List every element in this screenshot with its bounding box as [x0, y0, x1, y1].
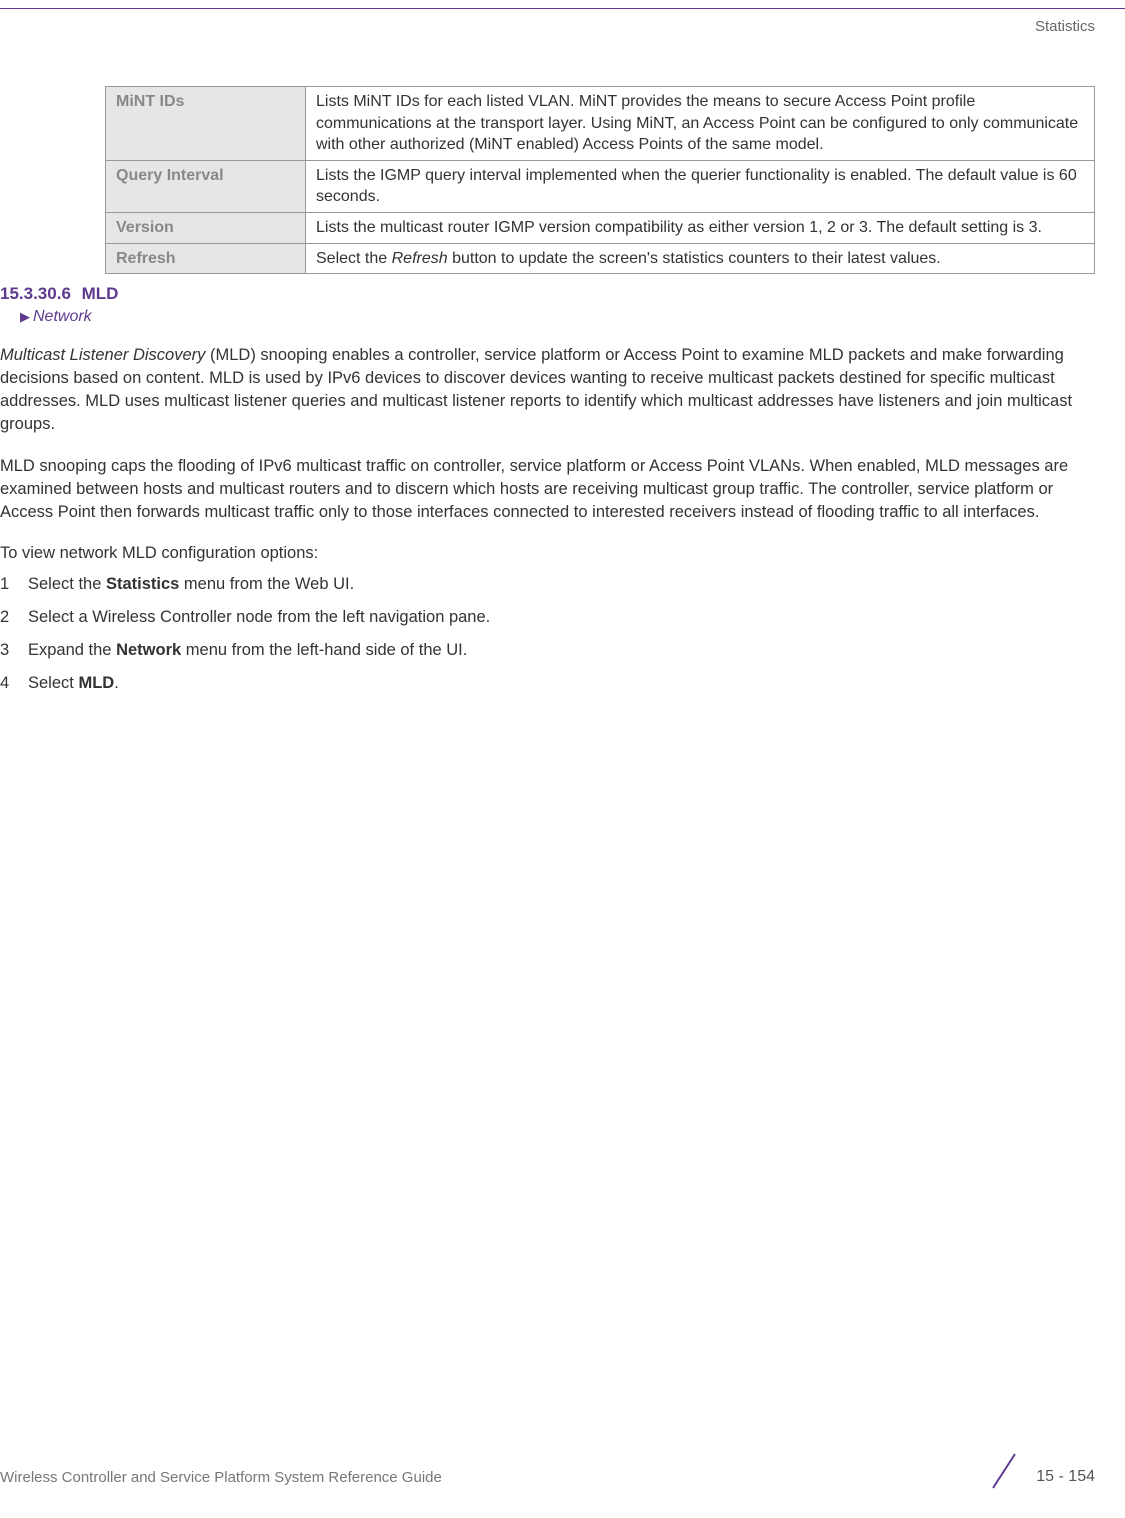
- param-desc: Lists the multicast router IGMP version …: [306, 212, 1095, 243]
- text: button to update the screen's statistics…: [448, 250, 941, 267]
- paragraph: To view network MLD configuration option…: [0, 542, 1095, 565]
- param-label: Version: [106, 212, 306, 243]
- parameters-table: MiNT IDs Lists MiNT IDs for each listed …: [105, 86, 1095, 274]
- section-number: 15.3.30.6: [0, 284, 71, 303]
- text: Select the: [28, 575, 106, 593]
- steps-list: Select the Statistics menu from the Web …: [0, 573, 1095, 695]
- step-item: Select the Statistics menu from the Web …: [0, 573, 1095, 596]
- text-bold: Network: [116, 641, 181, 659]
- table-row: Query Interval Lists the IGMP query inte…: [106, 160, 1095, 212]
- footer: Wireless Controller and Service Platform…: [0, 1450, 1095, 1490]
- paragraph: MLD snooping caps the flooding of IPv6 m…: [0, 455, 1095, 524]
- arrow-icon: ▶: [20, 309, 30, 324]
- footer-slash-icon: [983, 1450, 1025, 1492]
- param-desc: Lists the IGMP query interval implemente…: [306, 160, 1095, 212]
- table-row: MiNT IDs Lists MiNT IDs for each listed …: [106, 87, 1095, 161]
- param-desc: Select the Refresh button to update the …: [306, 243, 1095, 274]
- text: menu from the Web UI.: [179, 575, 354, 593]
- text: menu from the left-hand side of the UI.: [181, 641, 467, 659]
- text-bold: Statistics: [106, 575, 179, 593]
- header-chapter-label: Statistics: [1035, 18, 1095, 35]
- section-title: MLD: [82, 284, 119, 303]
- text-emphasis: Multicast Listener Discovery: [0, 346, 205, 364]
- param-label: Refresh: [106, 243, 306, 274]
- text-emphasis: Refresh: [392, 250, 448, 267]
- text: .: [114, 674, 119, 692]
- footer-page-number: 15 - 154: [1036, 1468, 1095, 1486]
- table-row: Refresh Select the Refresh button to upd…: [106, 243, 1095, 274]
- breadcrumb: ▶Network: [20, 308, 1095, 326]
- param-desc: Lists MiNT IDs for each listed VLAN. MiN…: [306, 87, 1095, 161]
- text-bold: MLD: [78, 674, 114, 692]
- step-item: Select MLD.: [0, 672, 1095, 695]
- footer-guide-title: Wireless Controller and Service Platform…: [0, 1469, 442, 1486]
- breadcrumb-label: Network: [33, 308, 92, 325]
- text: Select the: [316, 250, 392, 267]
- table-row: Version Lists the multicast router IGMP …: [106, 212, 1095, 243]
- param-label: Query Interval: [106, 160, 306, 212]
- text: Select: [28, 674, 78, 692]
- step-item: Select a Wireless Controller node from t…: [0, 606, 1095, 629]
- text: Expand the: [28, 641, 116, 659]
- section-heading: 15.3.30.6 MLD: [0, 284, 1095, 304]
- header-divider: [0, 8, 1125, 9]
- param-label: MiNT IDs: [106, 87, 306, 161]
- step-item: Expand the Network menu from the left-ha…: [0, 639, 1095, 662]
- paragraph: Multicast Listener Discovery (MLD) snoop…: [0, 344, 1095, 436]
